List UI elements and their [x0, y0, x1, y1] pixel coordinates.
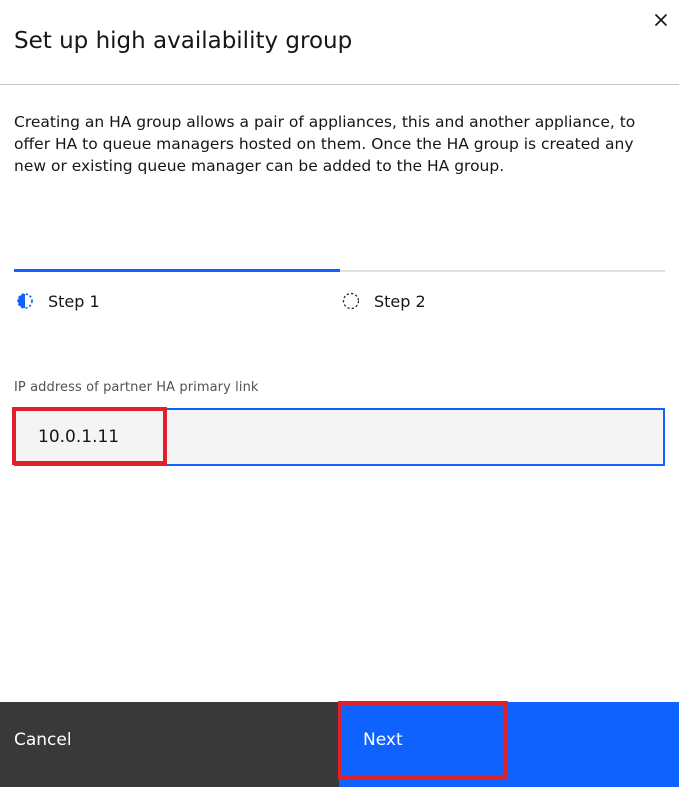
- ip-address-input[interactable]: [14, 408, 665, 466]
- close-button[interactable]: [650, 9, 672, 31]
- dashed-circle-icon: [340, 290, 362, 312]
- dialog-footer: Cancel Next: [0, 702, 679, 787]
- progress-step-1-label: Step 1: [48, 291, 100, 311]
- dialog-title: Set up high availability group: [14, 28, 353, 54]
- ha-group-dialog: Set up high availability group Creating …: [0, 0, 679, 787]
- progress-step-1[interactable]: Step 1: [14, 290, 100, 312]
- cancel-button[interactable]: Cancel: [0, 702, 339, 787]
- header-divider: [0, 84, 679, 85]
- close-icon: [654, 13, 668, 27]
- ip-address-label: IP address of partner HA primary link: [14, 380, 259, 395]
- next-button[interactable]: Next: [339, 702, 679, 787]
- half-filled-circle-icon: [14, 290, 36, 312]
- progress-step-2[interactable]: Step 2: [340, 290, 426, 312]
- dialog-description: Creating an HA group allows a pair of ap…: [14, 113, 636, 175]
- progress-track-active: [14, 269, 340, 272]
- progress-step-2-label: Step 2: [374, 291, 426, 311]
